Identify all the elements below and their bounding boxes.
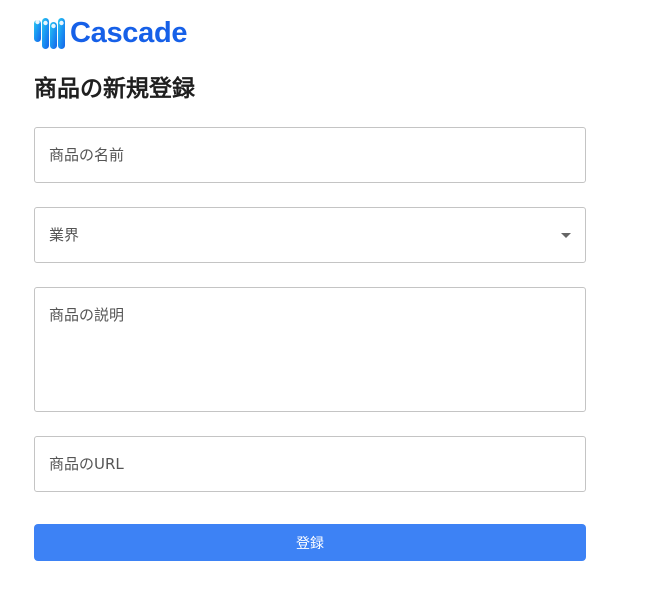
product-name-field[interactable] [34,127,586,183]
page-title: 商品の新規登録 [34,76,195,102]
product-description-input[interactable] [49,305,571,402]
cascade-logo: Cascade [34,16,188,50]
brand-name: Cascade [70,17,188,49]
product-name-input[interactable] [49,128,571,182]
cascade-bars-logo-icon [34,17,65,49]
chevron-down-icon[interactable] [561,233,571,238]
product-description-field[interactable] [34,287,586,412]
industry-select[interactable]: 業界 [34,207,586,263]
product-url-input[interactable] [49,437,571,491]
industry-select-label: 業界 [49,226,80,244]
submit-button[interactable]: 登録 [34,524,586,561]
product-url-field[interactable] [34,436,586,492]
